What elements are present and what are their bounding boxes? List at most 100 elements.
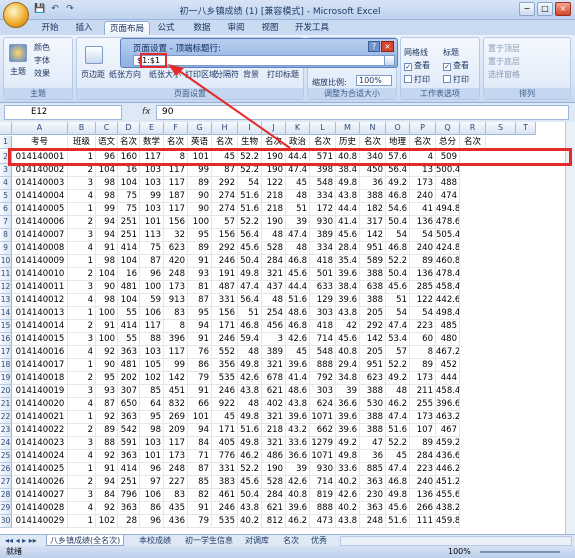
table-cell[interactable]: 014140009 [12,255,68,268]
table-cell[interactable]: 48 [386,385,410,398]
table-cell[interactable]: 47.4 [386,411,410,424]
table-cell[interactable]: 535 [212,372,238,385]
header-cell[interactable]: 英语 [188,136,212,149]
table-cell[interactable]: 414 [118,320,140,333]
table-cell[interactable]: 474 [436,190,460,203]
column-header-G[interactable]: G [188,122,212,135]
table-cell[interactable]: 40.2 [336,476,360,489]
table-cell[interactable]: 87 [212,164,238,177]
table-cell[interactable]: 51.6 [238,190,262,203]
horizontal-scrollbar[interactable] [340,536,572,546]
table-cell[interactable]: 117 [164,177,188,190]
table-cell[interactable]: 48 [238,346,262,359]
table-cell[interactable]: 190 [262,216,286,229]
table-cell[interactable]: 79 [188,372,212,385]
minimize-button[interactable]: − [519,2,535,16]
table-cell[interactable]: 101 [188,151,212,164]
print-area-button[interactable]: 打印区域 [185,69,217,80]
table-cell[interactable]: 240 [410,242,436,255]
theme-button[interactable]: 主题 [10,66,26,77]
table-cell[interactable]: 014140006 [12,216,68,229]
table-cell[interactable]: 39.6 [336,411,360,424]
table-cell[interactable]: 014140013 [12,307,68,320]
table-cell[interactable]: 014140008 [12,242,68,255]
row-header[interactable]: 26 [0,463,12,476]
table-cell[interactable]: 48.6 [286,385,310,398]
table-cell[interactable]: 75 [118,190,140,203]
table-cell[interactable]: 396 [164,333,188,346]
table-cell[interactable]: 117 [164,203,188,216]
theme-icon[interactable] [9,44,27,62]
table-cell[interactable]: 356 [212,359,238,372]
header-cell[interactable]: 语文 [96,136,118,149]
table-cell[interactable]: 451 [164,385,188,398]
table-cell[interactable]: 111 [410,515,436,528]
table-cell[interactable]: 363 [118,450,140,463]
table-cell[interactable]: 678 [262,372,286,385]
header-cell[interactable]: 名次 [262,136,286,149]
table-cell[interactable]: 87 [188,294,212,307]
print-titles-button[interactable]: 打印标题 [267,69,299,80]
table-cell[interactable]: 014140017 [12,359,68,372]
table-cell[interactable]: 66 [188,398,212,411]
table-cell[interactable]: 55 [118,307,140,320]
table-cell[interactable]: 211 [410,385,436,398]
table-cell[interactable]: 52.2 [386,359,410,372]
table-cell[interactable]: 3 [68,385,96,398]
table-cell[interactable]: 43.8 [336,515,360,528]
table-cell[interactable]: 3 [262,333,286,346]
table-cell[interactable]: 89 [96,424,118,437]
table-cell[interactable]: 4 [68,398,96,411]
table-cell[interactable]: 014140025 [12,463,68,476]
table-cell[interactable]: 1 [68,203,96,216]
table-cell[interactable]: 478.6 [436,216,460,229]
table-cell[interactable]: 88 [140,333,164,346]
row-header[interactable]: 7 [0,216,12,229]
maximize-button[interactable]: □ [537,2,553,16]
table-cell[interactable]: 650 [118,398,140,411]
row-header[interactable]: 28 [0,489,12,502]
table-cell[interactable]: 246 [212,255,238,268]
table-cell[interactable]: 274 [212,190,238,203]
table-cell[interactable]: 458.4 [436,281,460,294]
tab-developer[interactable]: 开发工具 [292,21,332,35]
table-cell[interactable]: 388 [360,268,386,281]
table-cell[interactable]: 89 [188,177,212,190]
effects-button[interactable]: 效果 [34,68,50,79]
gridlines-view-checkbox[interactable]: ✓ 查看 [404,60,430,71]
table-cell[interactable]: 40.2 [336,502,360,515]
header-cell[interactable]: 考号 [12,136,68,149]
table-cell[interactable]: 96 [96,151,118,164]
column-header-I[interactable]: I [238,122,262,135]
table-cell[interactable]: 473 [310,515,336,528]
help-button[interactable]: ? [368,41,380,52]
header-cell[interactable]: 名次 [410,136,436,149]
table-cell[interactable]: 122 [410,294,436,307]
table-cell[interactable]: 54 [410,229,436,242]
table-cell[interactable]: 39.6 [336,294,360,307]
column-header-J[interactable]: J [262,122,286,135]
table-cell[interactable]: 82 [188,489,212,502]
save-icon[interactable]: 💾 [34,3,46,15]
column-header-T[interactable]: T [516,122,536,135]
table-cell[interactable]: 334 [310,190,336,203]
table-cell[interactable]: 104 [96,268,118,281]
table-cell[interactable]: 50.4 [238,489,262,502]
table-cell[interactable]: 106 [140,307,164,320]
table-cell[interactable]: 160 [118,151,140,164]
header-cell[interactable]: 名次 [118,136,140,149]
formula-input[interactable]: 90 [156,105,569,120]
column-header-D[interactable]: D [118,122,140,135]
table-cell[interactable]: 99 [96,203,118,216]
table-cell[interactable]: 129 [310,294,336,307]
table-cell[interactable]: 173 [410,177,436,190]
close-button[interactable]: × [555,2,571,16]
table-cell[interactable]: 100 [96,333,118,346]
table-cell[interactable]: 388 [360,385,386,398]
table-cell[interactable]: 48 [286,190,310,203]
header-cell[interactable]: 名次 [164,136,188,149]
table-cell[interactable]: 89 [410,437,436,450]
table-cell[interactable]: 321 [262,268,286,281]
table-cell[interactable]: 92 [96,411,118,424]
table-cell[interactable]: 014140024 [12,450,68,463]
